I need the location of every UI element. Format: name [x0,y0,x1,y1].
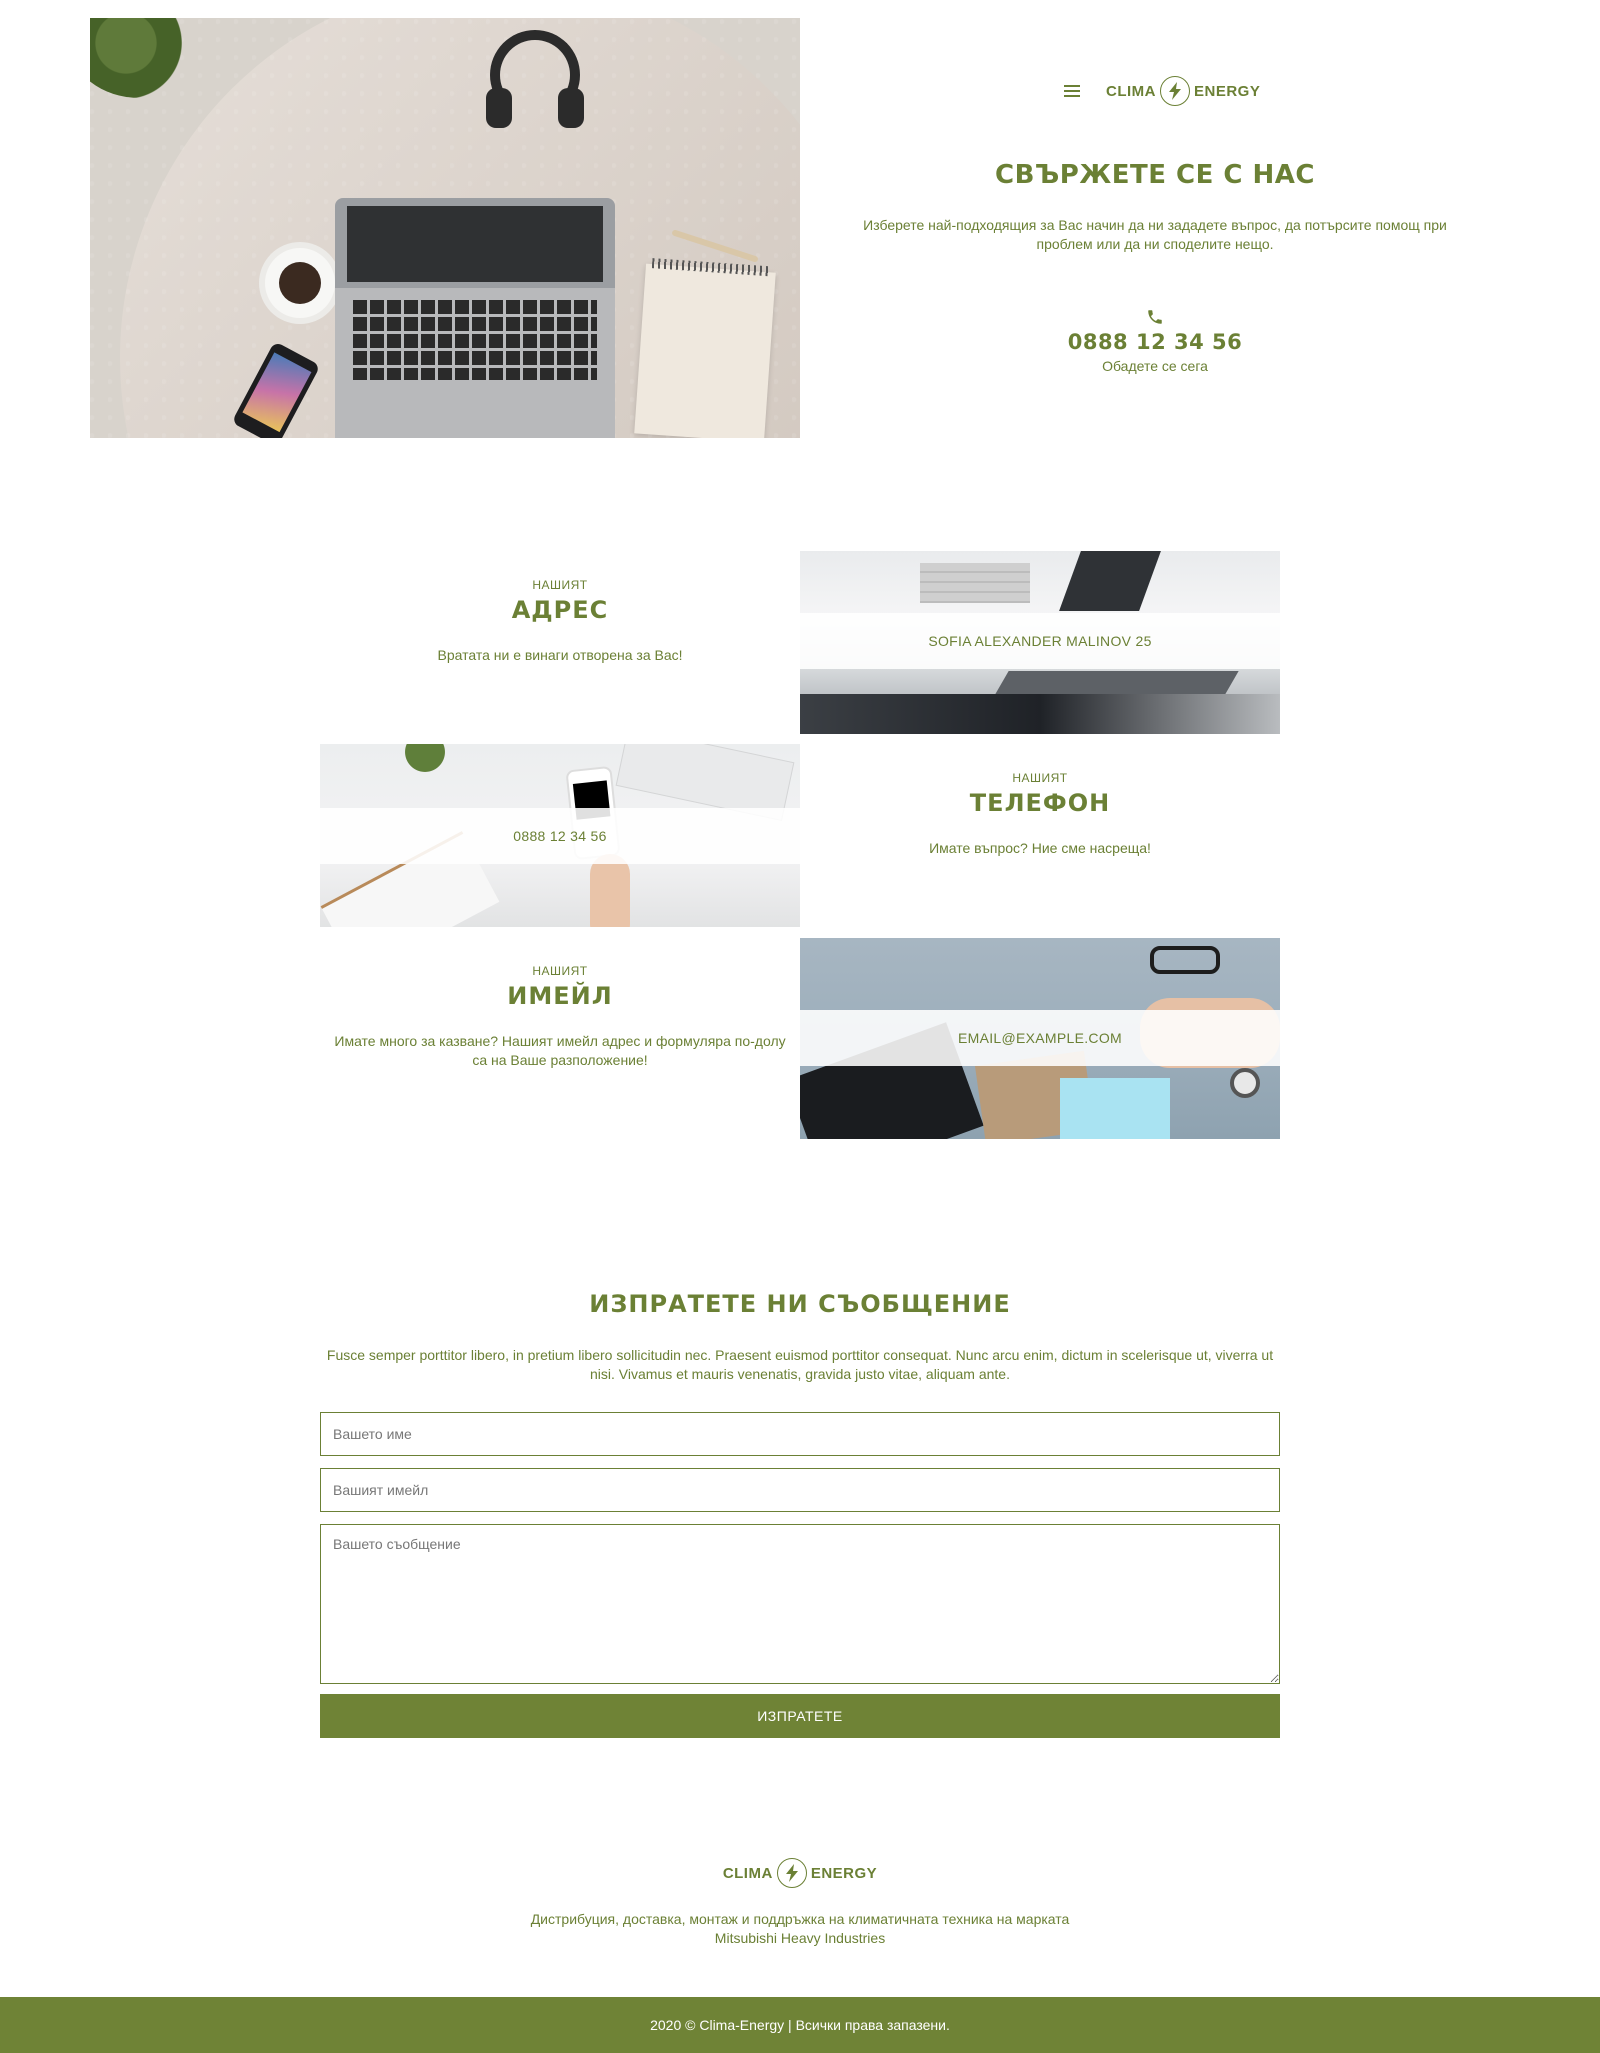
footer-description-line2: Mitsubishi Heavy Industries [714,1930,886,1946]
notebook-image [634,263,776,438]
contact-form-section: ИЗПРАТЕТЕ НИ СЪОБЩЕНИЕ Fusce semper port… [320,1290,1280,1738]
top-navigation: CLIMA ENERGY [1064,76,1260,106]
brand-name-right: ENERGY [1194,82,1261,100]
phone-text: Имате въпрос? Ние сме насреща! [929,840,1151,856]
laptop-image [335,198,615,438]
address-heading: АДРЕС [511,596,609,624]
copyright-text: 2020 © Clima-Energy | Всички права запаз… [650,2017,950,2033]
footer-description: Дистрибуция, доставка, монтаж и поддръжк… [500,1910,1100,1948]
email-input[interactable] [320,1468,1280,1512]
lightning-bolt-icon [776,1858,807,1888]
address-info: НАШИЯТ АДРЕС Вратата ни е винаги отворен… [320,578,800,728]
address-value: SOFIA ALEXANDER MALINOV 25 [800,613,1280,669]
form-title: ИЗПРАТЕТЕ НИ СЪОБЩЕНИЕ [589,1290,1011,1318]
footer-brand: CLIMA ENERGY [0,1858,1600,1888]
page-title: СВЪРЖЕТЕ СЕ С НАС [994,160,1315,190]
footer-logo[interactable]: CLIMA ENERGY [723,1858,877,1888]
hero-content: СВЪРЖЕТЕ СЕ С НАС Изберете най-подходящи… [850,160,1460,374]
address-photo: SOFIA ALEXANDER MALINOV 25 [800,551,1280,734]
phone-photo: 0888 12 34 56 [320,744,800,927]
address-eyebrow: НАШИЯТ [532,578,588,592]
hero-description: Изберете най-подходящия за Вас начин да … [863,217,1447,252]
email-photo: EMAIL@EXAMPLE.COM [800,938,1280,1139]
hero-image [90,18,800,438]
coffee-cup-image [265,248,335,318]
headphones-image [486,30,584,128]
hero-phone-number[interactable]: 0888 12 34 56 [850,330,1460,354]
footer-brand-right: ENERGY [810,1864,878,1882]
email-eyebrow: НАШИЯТ [532,964,588,978]
email-info: НАШИЯТ ИМЕЙЛ Имате много за казване? Наш… [320,964,800,1114]
phone-eyebrow: НАШИЯТ [1012,771,1068,785]
email-value[interactable]: EMAIL@EXAMPLE.COM [800,1010,1280,1066]
phone-heading: ТЕЛЕФОН [969,789,1111,817]
copyright-bar: 2020 © Clima-Energy | Всички права запаз… [0,1997,1600,2053]
phone-value[interactable]: 0888 12 34 56 [320,808,800,864]
brand-logo[interactable]: CLIMA ENERGY [1106,76,1260,106]
lightning-bolt-icon [1160,76,1190,106]
brand-name-left: CLIMA [1106,82,1156,100]
address-text: Вратата ни е винаги отворена за Вас! [437,647,683,663]
hamburger-icon[interactable] [1064,85,1080,97]
email-heading: ИМЕЙЛ [507,982,613,1010]
name-input[interactable] [320,1412,1280,1456]
contact-form: ИЗПРАТЕТЕ [320,1412,1280,1738]
submit-button[interactable]: ИЗПРАТЕТЕ [320,1694,1280,1738]
message-textarea[interactable] [320,1524,1280,1684]
call-now-label: Обадете се сега [1102,358,1208,374]
phone-icon [1146,308,1164,326]
footer-brand-left: CLIMA [722,1864,773,1882]
form-description: Fusce semper porttitor libero, in pretiu… [326,1347,1274,1382]
email-text: Имате много за казване? Нашият имейл адр… [334,1033,786,1068]
phone-info: НАШИЯТ ТЕЛЕФОН Имате въпрос? Ние сме нас… [800,771,1280,921]
footer-description-line1: Дистрибуция, доставка, монтаж и поддръжк… [530,1911,1070,1927]
